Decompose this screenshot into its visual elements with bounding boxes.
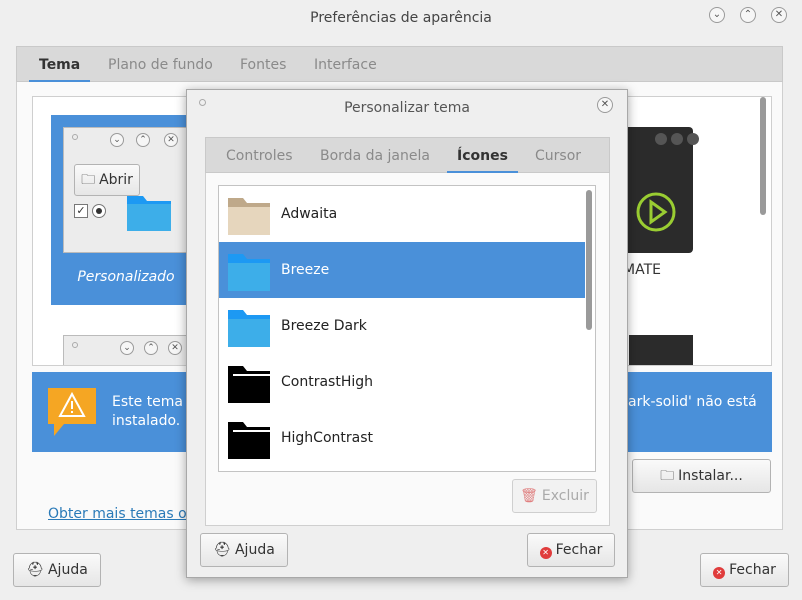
tab-fontes[interactable]: Fontes [240,47,286,81]
close-window-button[interactable]: ✕ [771,7,787,23]
list-item-highcontrast[interactable]: HighContrast [219,410,585,466]
minimize-button[interactable]: ⌄ [709,7,725,23]
list-item-breeze[interactable]: Breeze [219,242,585,298]
list-item-label: Adwaita [281,206,338,222]
beige-folder-icon [228,198,270,235]
list-item-adwaita[interactable]: Adwaita [219,186,585,242]
info-text-left-2: instalado. [112,413,181,429]
tab-cursor[interactable]: Cursor [535,138,581,172]
list-item-label: Breeze Dark [281,318,367,334]
dot-icon [687,133,699,145]
theme-name-personalizado: Personalizado [77,269,175,285]
close-icon: ✕ [774,9,784,20]
tab-controles[interactable]: Controles [226,138,293,172]
close-circle-icon: ✕ [539,547,552,559]
dialog-tabbar: Controles Borda da janela Ícones Cursor [205,137,610,174]
chevron-up-icon: ⌃ [144,341,158,355]
tab-plano-de-fundo[interactable]: Plano de fundo [108,47,213,81]
checkbox-icon: ✓ [74,204,88,218]
theme-preview-dark-2[interactable] [629,335,693,365]
theme-name-mate: MATE [623,262,661,278]
list-item-label: Breeze [281,262,330,278]
theme-preview: ⌄ ⌃ ✕ 🗀 Abrir ✓ [63,127,187,253]
blue-folder-icon [127,196,171,231]
black-folder-icon [228,422,270,459]
delete-button[interactable]: 🗑 Excluir [512,479,597,513]
tab-tema[interactable]: Tema [28,47,91,83]
folder-icon: 🗀 [81,172,96,188]
chevron-up-icon: ⌃ [136,133,150,147]
theme-preview-2[interactable]: ⌄ ⌃ ✕ [63,335,187,365]
dialog-help-button[interactable]: ⛑ Ajuda [200,533,288,567]
main-tabbar: Tema Plano de fundo Fontes Interface [16,46,783,83]
list-item-label: HighContrast [281,430,373,446]
lifebuoy-icon: ⛑ [213,542,231,558]
install-button[interactable]: 🗀 Instalar... [632,459,771,493]
icon-theme-list: Adwaita Breeze Breeze Dark ContrastHigh [218,185,596,472]
theme-grid-scrollbar[interactable] [760,97,766,215]
dot-icon [72,134,78,140]
dot-icon [72,342,78,348]
dialog-close-button-bottom[interactable]: ✕ Fechar [527,533,615,567]
trash-icon: 🗑 [520,488,538,504]
list-item-contrasthigh[interactable]: ContrastHigh [219,354,585,410]
black-folder-icon [228,366,270,403]
help-button[interactable]: ⛑ Ajuda [13,553,101,587]
list-scrollbar[interactable] [586,190,592,330]
media-play-icon [636,192,676,232]
chevron-down-icon: ⌄ [712,9,722,20]
dialog-close-button[interactable]: ✕ [597,97,613,113]
theme-tile-personalizado[interactable]: ⌄ ⌃ ✕ 🗀 Abrir ✓ Personalizado [51,115,201,305]
close-icon: ✕ [164,133,178,147]
close-circle-icon: ✕ [713,567,726,579]
tab-interface[interactable]: Interface [314,47,377,81]
tab-borda-da-janela[interactable]: Borda da janela [320,138,430,172]
blue-folder-icon [228,254,270,291]
chevron-down-icon: ⌄ [110,133,124,147]
close-button[interactable]: ✕ Fechar [700,553,789,587]
window-title: Preferências de aparência [310,10,492,26]
info-text-left: Este tema n [112,394,197,410]
info-text-right: ark-solid' não está [628,394,757,410]
blue-folder-icon [228,310,270,347]
dialog-title: Personalizar tema [344,100,470,116]
customize-theme-dialog: Personalizar tema ✕ Controles Borda da j… [186,89,628,578]
dot-icon [671,133,683,145]
maximize-button[interactable]: ⌃ [740,7,756,23]
chevron-down-icon: ⌄ [120,341,134,355]
close-icon: ✕ [168,341,182,355]
more-themes-link[interactable]: Obter mais temas on [48,506,196,522]
chevron-up-icon: ⌃ [743,9,753,20]
list-item-breeze-dark[interactable]: Breeze Dark [219,298,585,354]
tab-icones[interactable]: Ícones [447,138,518,174]
warning-icon [46,386,98,438]
folder-icon: 🗀 [660,468,675,484]
dot-icon [199,99,206,106]
list-item-label: ContrastHigh [281,374,373,390]
lifebuoy-icon: ⛑ [26,562,44,578]
dot-icon [655,133,667,145]
close-icon: ✕ [600,99,610,110]
radio-icon [92,204,106,218]
